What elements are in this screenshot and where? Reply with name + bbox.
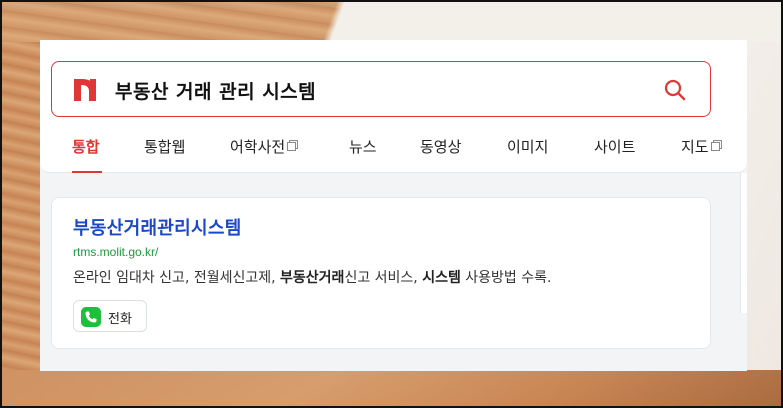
search-tabs: 통합 통합웹 어학사전 뉴스 동영상 이미지 사이트 지도 (40, 136, 747, 173)
result-description: 온라인 임대차 신고, 전월세신고제, 부동산거래신고 서비스, 시스템 사용방… (73, 270, 552, 286)
tab-images[interactable]: 이미지 (507, 136, 548, 157)
external-link-icon (287, 142, 297, 151)
tab-sites[interactable]: 사이트 (594, 136, 635, 157)
phone-button[interactable]: 전화 (73, 300, 147, 332)
search-query[interactable]: 부동산 거래 관리 시스템 (115, 77, 316, 104)
naver-logo[interactable] (70, 75, 100, 105)
tab-map[interactable]: 지도 (681, 136, 720, 157)
external-link-icon (710, 142, 720, 151)
side-panel-edge (740, 173, 747, 313)
result-title-link[interactable]: 부동산거래관리시스템 (73, 214, 242, 240)
screenshot-frame: 부동산 거래 관리 시스템 통합 통합웹 어학사전 뉴스 동영상 이미지 사이트… (0, 0, 783, 408)
tab-video[interactable]: 동영상 (420, 136, 461, 157)
background-top (2, 2, 781, 42)
search-result-card: 부동산거래관리시스템 rtms.molit.go.kr/ 온라인 임대차 신고,… (51, 197, 711, 349)
result-url[interactable]: rtms.molit.go.kr/ (73, 245, 158, 259)
tab-dictionary[interactable]: 어학사전 (230, 136, 297, 157)
active-tab-indicator (72, 171, 102, 173)
search-icon[interactable] (663, 78, 687, 102)
phone-icon (81, 307, 101, 327)
background-bottom (2, 370, 781, 406)
tab-integrated-web[interactable]: 통합웹 (144, 136, 185, 157)
phone-label: 전화 (108, 312, 132, 327)
search-header: 부동산 거래 관리 시스템 통합 통합웹 어학사전 뉴스 동영상 이미지 사이트… (40, 40, 747, 173)
tab-news[interactable]: 뉴스 (349, 136, 377, 157)
search-box[interactable]: 부동산 거래 관리 시스템 (51, 61, 711, 117)
tab-integrated[interactable]: 통합 (72, 136, 100, 157)
search-page: 부동산 거래 관리 시스템 통합 통합웹 어학사전 뉴스 동영상 이미지 사이트… (40, 40, 747, 371)
